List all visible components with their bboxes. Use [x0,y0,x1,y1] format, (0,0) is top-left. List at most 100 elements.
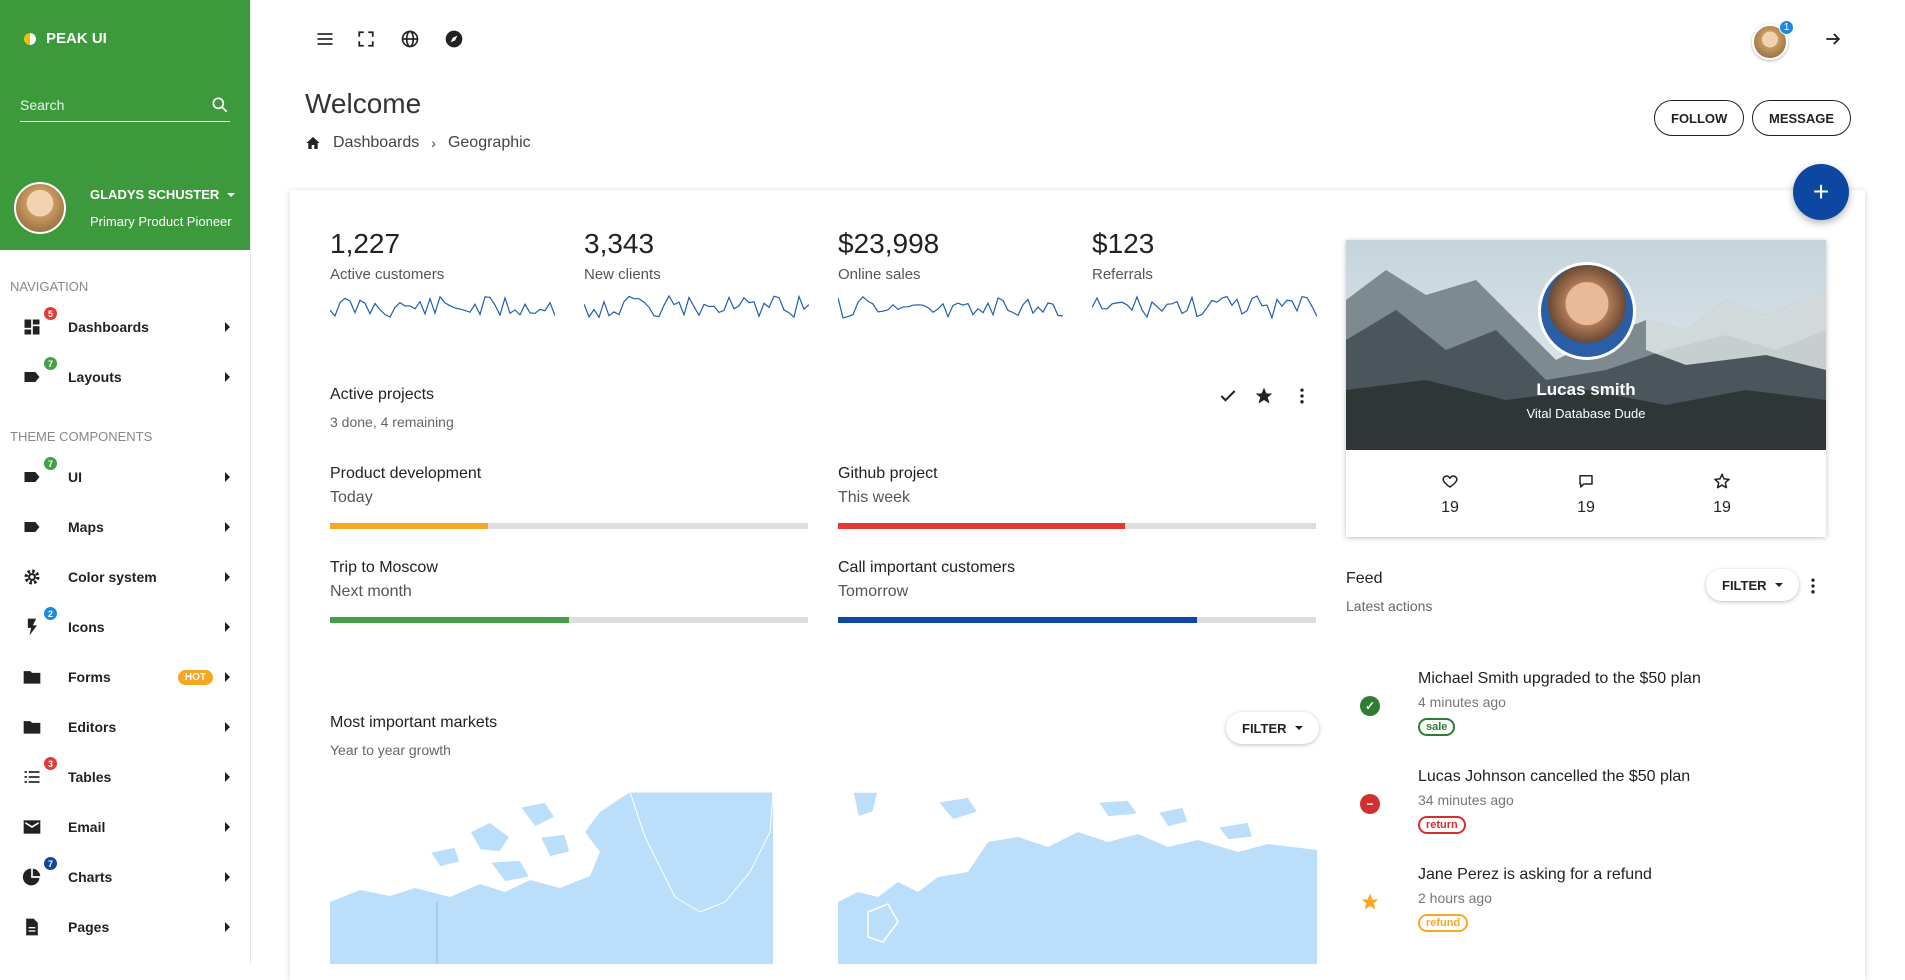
sparkline [838,295,1063,319]
map-europe-asia[interactable] [838,792,1317,964]
sidebar-item-layouts[interactable]: 7 Layouts [0,352,250,402]
feed-time: 34 minutes ago [1418,792,1514,808]
feed-subtitle: Latest actions [1346,598,1433,614]
menu-icon[interactable] [314,28,336,50]
breadcrumb-geographic[interactable]: Geographic [448,134,531,152]
fullscreen-icon[interactable] [355,28,377,50]
gear-icon [22,567,42,587]
chevron-right-icon [225,822,230,832]
nav-badge: 7 [44,857,57,870]
map-north-america[interactable] [330,792,773,964]
project-trip-to-moscow[interactable]: Trip to Moscow Next month [330,559,808,623]
chevron-down-icon[interactable] [227,192,236,197]
sidebar-item-label: Maps [68,519,104,535]
chevron-right-icon [225,672,230,682]
sidebar-item-label: Charts [68,869,113,885]
sidebar-item-ui[interactable]: 7 UI [0,452,250,502]
sidebar-item-charts[interactable]: 7 Charts [0,852,250,902]
dashboard-icon: 5 [22,307,57,337]
remove-circle-icon: − [1360,794,1380,814]
hot-badge: HOT [177,669,213,685]
search-input[interactable]: Search [20,88,230,122]
home-icon[interactable] [305,135,321,151]
message-button[interactable]: MESSAGE [1752,100,1852,136]
sidebar-item-label: Layouts [68,369,122,385]
compass-icon[interactable] [443,28,465,50]
feed-text: Lucas Johnson cancelled the $50 plan [1418,768,1691,785]
stat-label: Online sales [838,266,921,283]
progress-bar [838,617,1316,623]
sidebar-item-dashboards[interactable]: 5 Dashboards [0,302,250,352]
sidebar-item-color-system[interactable]: Color system [0,552,250,602]
user-profile[interactable]: GLADYS SCHUSTER Primary Product Pioneer [14,182,236,234]
sidebar-item-tables[interactable]: 3 Tables [0,752,250,802]
sidebar: PEAK UI Search GLADYS SCHUSTER Primary P… [0,0,251,964]
sidebar-item-pages[interactable]: Pages [0,902,250,952]
breadcrumb-dashboards[interactable]: Dashboards [333,134,419,152]
avatar[interactable] [14,182,66,234]
follow-button[interactable]: FOLLOW [1654,100,1745,136]
sidebar-item-label: Editors [68,719,117,735]
sidebar-item-forms[interactable]: Forms HOT [0,652,250,702]
stars-count: 19 [1713,499,1731,516]
filter-label: FILTER [1722,577,1767,593]
sidebar-item-email[interactable]: Email [0,802,250,852]
search-icon[interactable] [210,95,230,115]
label-icon: 7 [22,357,57,387]
profile-role: Vital Database Dude [1526,406,1646,421]
chevron-right-icon [225,572,230,582]
nav-badge: 7 [44,457,57,470]
sparkline [1092,295,1317,320]
project-name: Github project [838,465,938,482]
progress-fill [330,523,488,529]
add-button[interactable]: + [1793,164,1849,220]
project-call-customers[interactable]: Call important customers Tomorrow [838,559,1316,623]
nav-badge: 7 [44,357,57,370]
chevron-right-icon [225,472,230,482]
feed-tag: return [1418,816,1466,834]
chevron-right-icon [225,322,230,332]
nav-badge: 2 [44,607,57,620]
folder-icon [22,667,42,687]
more-vert-icon[interactable] [1803,576,1823,596]
feed-tag: sale [1418,718,1456,736]
chevron-right-icon [225,522,230,532]
likes-stat[interactable]: 19 [1430,472,1470,517]
folder-icon [22,717,42,737]
stars-stat[interactable]: 19 [1702,472,1742,517]
flash-icon: 2 [22,607,57,637]
user-name: GLADYS SCHUSTER [90,187,220,202]
feed-filter-button[interactable]: FILTER [1706,569,1799,601]
sidebar-item-icons[interactable]: 2 Icons [0,602,250,652]
star-icon[interactable] [1254,386,1274,406]
section-navigation: NAVIGATION [10,279,89,294]
markets-title: Most important markets [330,714,498,731]
progress-bar [838,523,1316,529]
chevron-right-icon [225,872,230,882]
profile-avatar[interactable] [1538,262,1636,360]
sidebar-item-maps[interactable]: Maps [0,502,250,552]
comments-stat[interactable]: 19 [1566,472,1606,517]
arrow-right-icon[interactable] [1822,28,1844,50]
check-icon[interactable] [1218,386,1238,406]
markets-filter-button[interactable]: FILTER [1226,712,1319,744]
project-product-development[interactable]: Product development Today [330,465,808,529]
notification-badge: 1 [1779,20,1794,35]
brand[interactable]: PEAK UI [24,30,107,47]
sidebar-item-label: Email [68,819,106,835]
more-vert-icon[interactable] [1292,386,1312,406]
globe-icon[interactable] [399,28,421,50]
feed-title: Feed [1346,570,1383,587]
comment-icon [1579,475,1593,488]
chevron-right-icon [225,372,230,382]
progress-fill [838,617,1197,623]
markets-subtitle: Year to year growth [330,742,451,758]
project-github[interactable]: Github project This week [838,465,1316,529]
sidebar-item-label: Color system [68,569,157,585]
project-due: Next month [330,583,412,600]
project-name: Product development [330,465,482,482]
feed-tag: refund [1418,914,1469,932]
sidebar-item-editors[interactable]: Editors [0,702,250,752]
profile-cover-image: Lucas smith Vital Database Dude [1346,240,1826,450]
brand-name: PEAK UI [46,30,107,47]
